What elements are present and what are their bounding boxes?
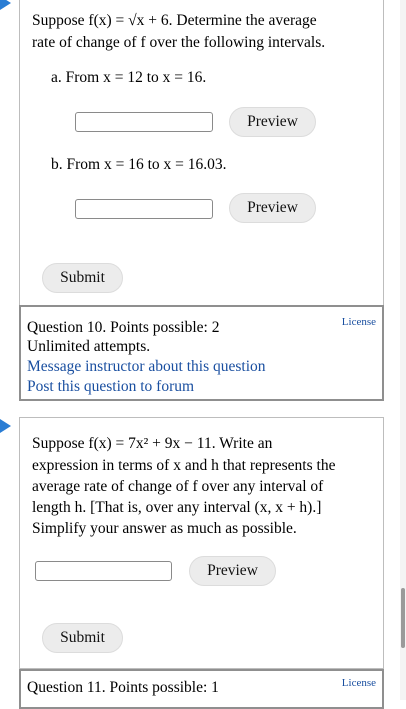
- q11-license-link[interactable]: License: [342, 677, 376, 689]
- question-10-footer: Question 10. Points possible: 2 Unlimite…: [19, 305, 384, 401]
- q11-text-line4: length h. [That is, over any interval (x…: [32, 499, 322, 516]
- q11-preview-button[interactable]: Preview: [189, 556, 276, 586]
- q9-part-b-answer-input[interactable]: [75, 199, 213, 219]
- q9-intro-line1: Suppose f(x) = √x + 6. Determine the ave…: [32, 12, 317, 29]
- q9-part-a-label: a. From x = 12 to x = 16.: [51, 69, 207, 86]
- collapse-arrow-icon[interactable]: [0, 0, 11, 10]
- q11-answer-input[interactable]: [35, 561, 172, 581]
- q10-points-title: Question 10. Points possible: 2: [27, 319, 220, 336]
- q9-part-b-label: b. From x = 16 to x = 16.03.: [51, 156, 227, 173]
- q9-part-b-preview-button[interactable]: Preview: [229, 193, 316, 223]
- q11-text-line1: Suppose f(x) = 7x² + 9x − 11. Write an: [32, 435, 273, 452]
- q9-intro-line2: rate of change of f over the following i…: [32, 34, 326, 51]
- q10-message-instructor-link[interactable]: Message instructor about this question: [27, 356, 266, 377]
- q10-post-forum-link[interactable]: Post this question to forum: [27, 376, 194, 397]
- collapse-arrow-icon[interactable]: [0, 419, 11, 433]
- q10-attempts: Unlimited attempts.: [27, 338, 151, 355]
- q11-text-line2: expression in terms of x and h that repr…: [32, 457, 336, 474]
- q11-points-title: Question 11. Points possible: 1: [27, 679, 219, 696]
- q9-part-a-preview-button[interactable]: Preview: [229, 107, 316, 137]
- question-11-box: Suppose f(x) = 7x² + 9x − 11. Write an e…: [19, 417, 384, 669]
- question-9-box: Suppose f(x) = √x + 6. Determine the ave…: [19, 0, 384, 306]
- scrollbar-thumb[interactable]: [401, 588, 405, 648]
- q10-license-link[interactable]: License: [342, 316, 376, 328]
- question-11-footer: Question 11. Points possible: 1 License: [19, 669, 384, 709]
- q11-text-line3: average rate of change of f over any int…: [32, 478, 324, 495]
- q9-part-a-answer-input[interactable]: [75, 112, 213, 132]
- q9-submit-button[interactable]: Submit: [42, 263, 123, 293]
- q11-text-line5: Simplify your answer as much as possible…: [32, 520, 297, 537]
- q11-submit-button[interactable]: Submit: [42, 623, 123, 653]
